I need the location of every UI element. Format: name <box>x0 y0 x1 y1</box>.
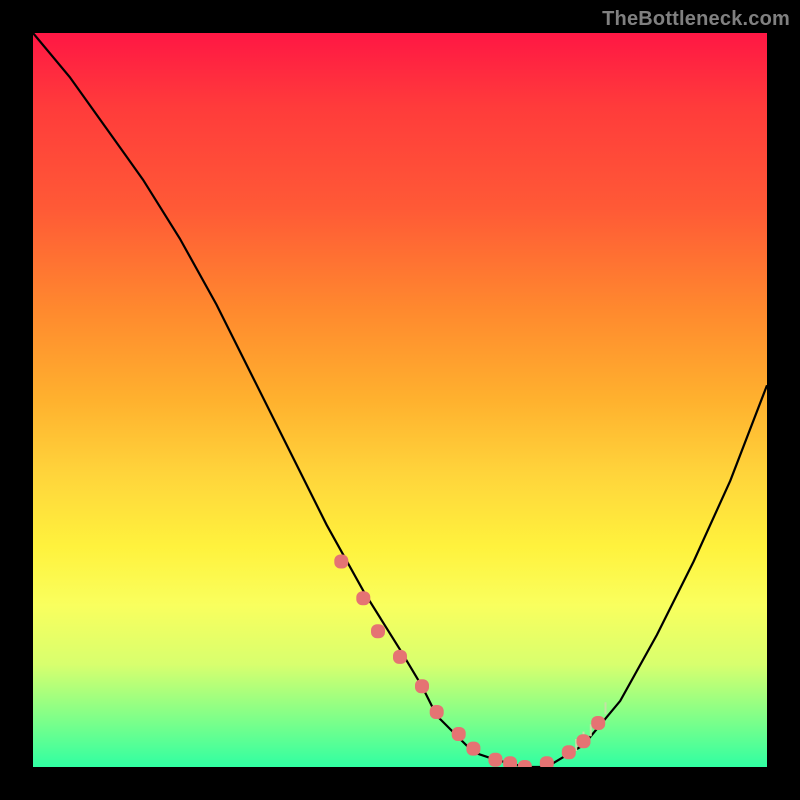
data-dot <box>466 742 480 756</box>
data-dot <box>430 705 444 719</box>
data-dot <box>577 734 591 748</box>
data-dot <box>415 679 429 693</box>
data-dot <box>334 555 348 569</box>
data-dot <box>518 760 532 767</box>
data-dot <box>488 753 502 767</box>
chart-svg <box>33 33 767 767</box>
chart-container: TheBottleneck.com <box>0 0 800 800</box>
watermark-text: TheBottleneck.com <box>602 8 790 31</box>
data-dot <box>591 716 605 730</box>
data-dot <box>540 756 554 767</box>
data-dot <box>356 591 370 605</box>
data-dot <box>452 727 466 741</box>
data-dot <box>371 624 385 638</box>
data-dot <box>503 756 517 767</box>
data-dot <box>562 745 576 759</box>
data-dot <box>393 650 407 664</box>
data-dots <box>334 555 605 768</box>
plot-area <box>33 33 767 767</box>
